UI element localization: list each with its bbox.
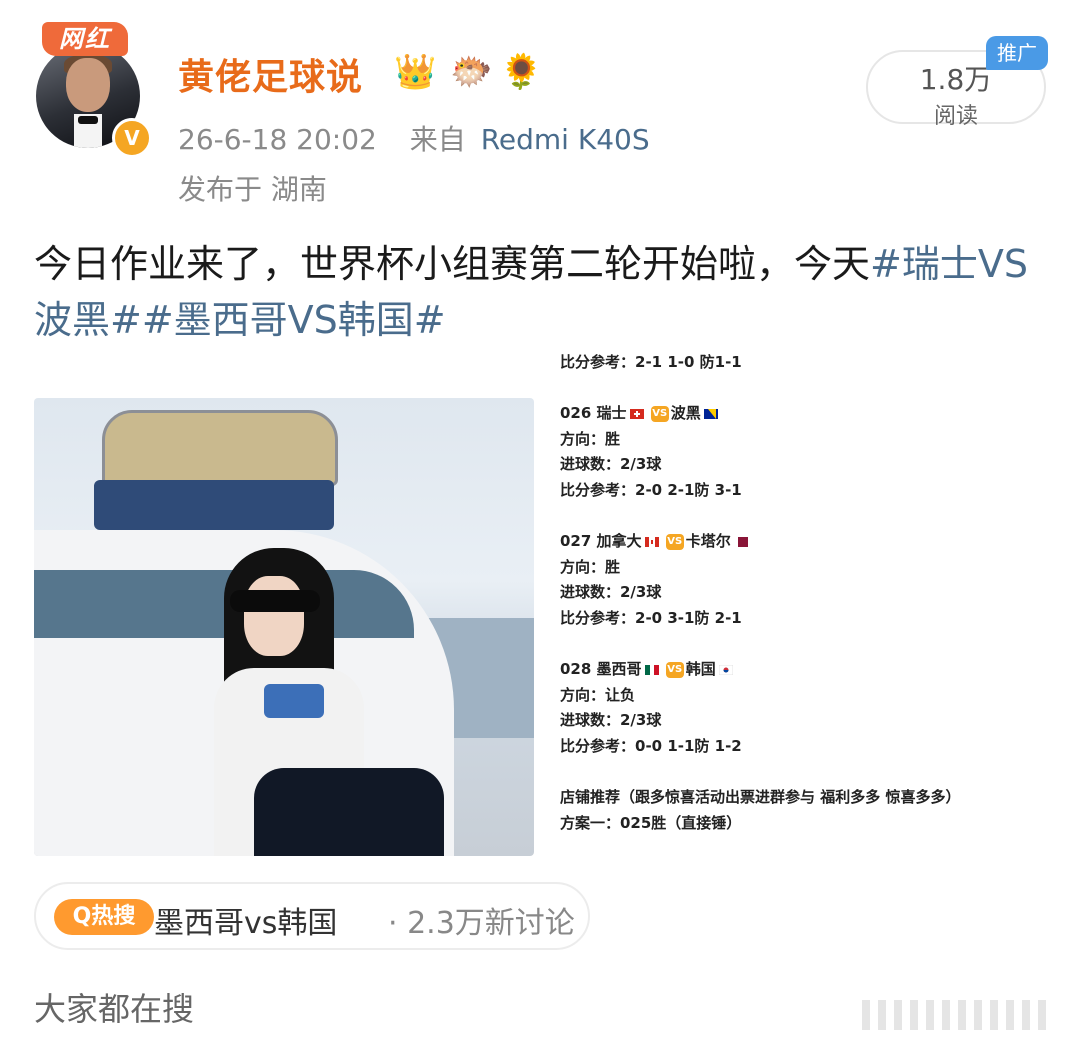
- promo-badge[interactable]: 推广: [986, 36, 1048, 70]
- device-link[interactable]: Redmi K40S: [481, 123, 650, 156]
- hot-search-badge: Q热搜: [54, 899, 154, 935]
- post-body: 今日作业来了，世界杯小组赛第二轮开始啦，今天: [34, 242, 871, 286]
- read-count-label: 阅读: [933, 104, 978, 129]
- match-027-score: 比分参考：2-0 3-1防 2-1: [560, 608, 742, 627]
- source-prefix: 来自: [409, 123, 466, 156]
- everyone-searching-label: 大家都在搜: [34, 990, 195, 1028]
- post-text: 今日作业来了，世界杯小组赛第二轮开始啦，今天#瑞士VS波黑##墨西哥VS韩国#: [34, 236, 1054, 348]
- username[interactable]: 黄佬足球说: [178, 48, 363, 100]
- match-027-direction: 方向：胜: [560, 557, 621, 576]
- match-026-direction: 方向：胜: [560, 429, 621, 448]
- post-meta: 26-6-18 20:02 来自 Redmi K40S: [178, 118, 650, 158]
- match-026-goals: 进球数：2/3球: [560, 455, 662, 474]
- hot-search-topic: 墨西哥vs韩国: [154, 906, 338, 941]
- avatar[interactable]: V: [36, 44, 152, 158]
- sunflower-icon: 🌻: [500, 52, 543, 92]
- post-image[interactable]: [34, 398, 534, 856]
- shop-recommendation: 店铺推荐（跟多惊喜活动出票进群参与 福利多多 惊喜多多）: [560, 788, 961, 807]
- verified-icon: V: [112, 118, 152, 158]
- match-028-title: 028 墨西哥 VS 韩国: [560, 657, 1060, 683]
- match-028-score: 比分参考：0-0 1-1防 1-2: [560, 736, 742, 755]
- match-026-score: 比分参考：2-0 2-1防 3-1: [560, 480, 742, 499]
- card-score-ref: 比分参考：2-1 1-0 防1-1: [560, 353, 742, 371]
- plan-one: 方案一：025胜（直接锤）: [560, 813, 742, 832]
- hot-search-stat: · 2.3万新讨论: [388, 906, 575, 941]
- wanghong-badge: 网红: [42, 22, 128, 56]
- more-icon: [862, 1000, 1046, 1030]
- match-026-title: 026 瑞士 VS 波黑: [560, 401, 1060, 427]
- prediction-card: 比分参考：2-1 1-0 防1-1 026 瑞士 VS 波黑 方向：胜 进球数：2…: [560, 350, 1060, 850]
- hot-search-pill[interactable]: Q热搜 墨西哥vs韩国 · 2.3万新讨论: [34, 882, 590, 950]
- timestamp: 26-6-18 20:02: [178, 123, 377, 156]
- hashtag-mexico-korea[interactable]: #墨西哥VS韩国#: [142, 298, 446, 342]
- match-027-goals: 进球数：2/3球: [560, 583, 662, 602]
- pufferfish-icon: 🐡: [450, 52, 493, 92]
- match-028-direction: 方向：让负: [560, 685, 636, 704]
- match-027-title: 027 加拿大 VS 卡塔尔: [560, 529, 1060, 555]
- crown-icon: 👑: [394, 52, 437, 92]
- location: 发布于 湖南: [178, 173, 327, 206]
- match-028-goals: 进球数：2/3球: [560, 711, 662, 730]
